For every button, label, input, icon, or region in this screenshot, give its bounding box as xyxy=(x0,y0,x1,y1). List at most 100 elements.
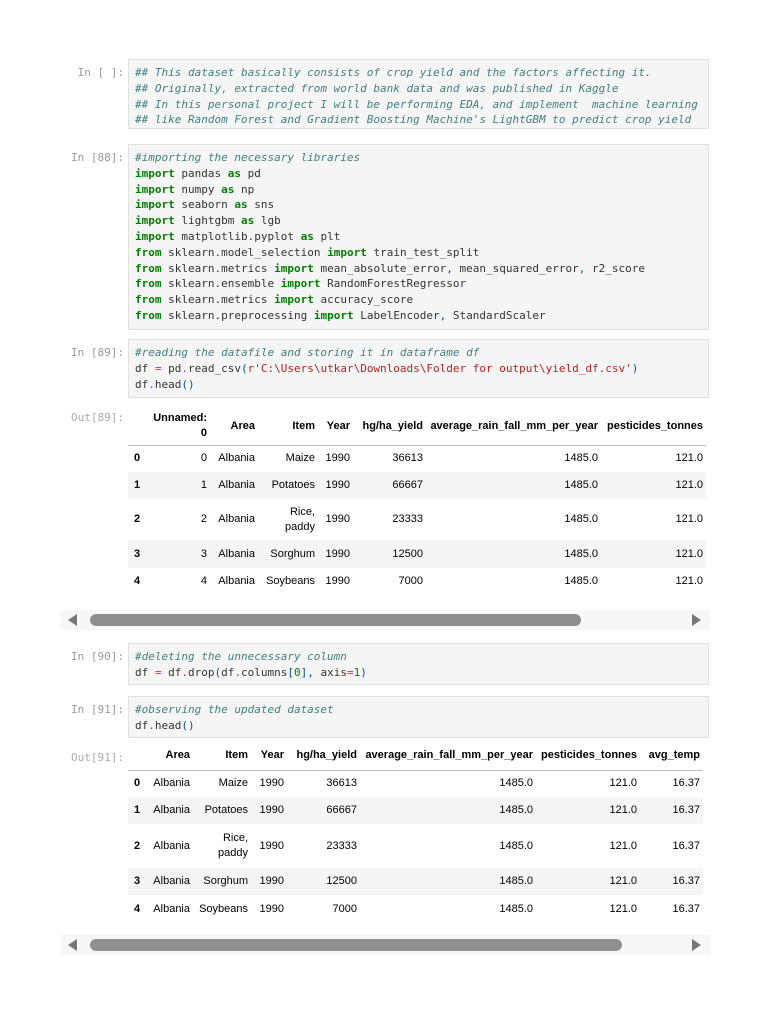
table-cell: 121.0 xyxy=(609,777,637,790)
table-cell: Albania xyxy=(218,575,255,587)
table-cell: 7000 xyxy=(332,902,357,915)
table-cell: 1485.0 xyxy=(564,547,598,560)
code-line: import pandas as pd xyxy=(135,166,708,182)
code-token: ## like Random Forest and Gradient Boost… xyxy=(135,113,692,127)
horizontal-scrollbar-1[interactable] xyxy=(60,610,711,630)
table-cell: Rice, paddy xyxy=(218,832,248,859)
row-index: 0 xyxy=(134,452,141,465)
table-cell: 1485.0 xyxy=(564,513,598,525)
table-cell: 66667 xyxy=(392,479,423,491)
table-cell: 121.0 xyxy=(609,839,637,852)
code-token: , xyxy=(307,665,314,679)
table-cell: 23333 xyxy=(392,513,423,525)
row-index: 2 xyxy=(134,839,141,852)
code-token: #reading the datafile and storing it in … xyxy=(135,346,480,359)
table-cell: 36613 xyxy=(392,452,423,465)
table-cell: 1485.0 xyxy=(564,575,598,587)
output-prompt-91: Out[91]: xyxy=(71,751,124,764)
code-line: df = df.drop(df.columns[0], axis=1) xyxy=(135,665,708,681)
table-cell: Albania xyxy=(153,804,190,816)
dataframe-output-2: Area Item Year hg/ha_yield average_rain_fall… xyxy=(128,742,711,923)
table-row: 4 4 Albania Soybeans 1990 7000 1485.0 121.0 xyxy=(128,568,706,595)
row-index: 1 xyxy=(134,804,141,816)
markdown-comment-cell[interactable]: ## This dataset basically consists of cr… xyxy=(128,59,709,129)
code-line: #deleting the unnecessary column xyxy=(135,649,708,665)
code-token: df xyxy=(161,665,182,679)
table-cell: 1990 xyxy=(325,452,350,465)
code-line: import matplotlib.pyplot as plt xyxy=(135,229,708,245)
table-cell: 121.0 xyxy=(609,875,637,887)
table-cell: 16.37 xyxy=(672,875,700,887)
column-header xyxy=(128,742,145,770)
table-cell: 121.0 xyxy=(675,547,703,560)
table-row: 1 Albania Potatoes 1990 66667 1485.0 121.0 16.3… xyxy=(128,797,703,824)
table-cell: 7000 xyxy=(398,575,423,587)
row-index: 4 xyxy=(134,575,141,587)
head-code-cell[interactable]: #observing the updated dataset df.head() xyxy=(128,696,709,738)
scroll-right-arrow[interactable] xyxy=(692,939,701,951)
code-line: #reading the datafile and storing it in … xyxy=(135,345,708,361)
code-token: LabelEncoder xyxy=(353,308,440,322)
code-token: import xyxy=(274,293,314,307)
read-csv-code-cell[interactable]: #reading the datafile and storing it in … xyxy=(128,339,709,398)
code-token: #deleting the unnecessary column xyxy=(135,650,347,663)
scroll-right-arrow[interactable] xyxy=(692,614,701,626)
code-token: . xyxy=(181,361,188,375)
table-row: 1 1 Albania Potatoes 1990 66667 1485.0 121.0 xyxy=(128,472,706,499)
table-cell: 12500 xyxy=(326,875,357,887)
column-header xyxy=(128,408,146,445)
prompt-cell-90: In [90]: xyxy=(71,650,124,663)
table-cell: Potatoes xyxy=(204,804,248,816)
table-cell: 16.37 xyxy=(672,804,700,816)
code-token: matplotlib.pyplot xyxy=(174,229,301,243)
row-index: 3 xyxy=(134,547,141,560)
code-token: ) xyxy=(360,665,367,679)
code-line: df = pd.read_csv(r'C:\Users\utkar\Downlo… xyxy=(135,361,708,377)
imports-code-cell[interactable]: #importing the necessary libraries import… xyxy=(128,144,709,330)
code-token: columns xyxy=(241,665,288,679)
scroll-left-arrow[interactable] xyxy=(68,614,77,626)
row-index: 0 xyxy=(134,777,141,790)
table-cell: 121.0 xyxy=(609,902,637,915)
code-token: from xyxy=(135,261,162,275)
table-cell: 1485.0 xyxy=(499,839,533,852)
code-token: drop xyxy=(188,665,215,679)
table-cell: Sorghum xyxy=(203,875,248,887)
code-token: . xyxy=(148,718,155,732)
scroll-left-arrow[interactable] xyxy=(68,939,77,951)
code-token: df xyxy=(135,665,155,679)
horizontal-scrollbar-2[interactable] xyxy=(60,935,711,955)
table-row: 3 Albania Sorghum 1990 12500 1485.0 121.0 16.37 xyxy=(128,868,703,895)
table-row: 0 0 Albania Maize 1990 36613 1485.0 121.0 xyxy=(128,445,706,472)
prompt-cell-1: In [ ]: xyxy=(77,66,124,79)
column-header: Area xyxy=(165,749,190,762)
code-token: () xyxy=(181,718,195,732)
code-token: import xyxy=(135,198,175,212)
code-line: from sklearn.metrics import mean_absolut… xyxy=(135,261,708,277)
table-cell: Potatoes xyxy=(271,479,315,491)
table-cell: 1485.0 xyxy=(499,777,533,790)
column-header: hg/ha_yield xyxy=(362,419,423,432)
code-line: df.head() xyxy=(135,718,708,734)
code-token: import xyxy=(135,166,175,180)
code-token: ( xyxy=(240,361,248,375)
table-cell: 16.37 xyxy=(672,777,700,790)
code-token: from xyxy=(135,277,162,291)
drop-column-code-cell[interactable]: #deleting the unnecessary column df = df.… xyxy=(128,643,709,685)
code-token: as xyxy=(227,166,241,180)
code-token: df xyxy=(135,718,149,732)
code-token: df xyxy=(135,361,155,375)
column-header: average_rain_fall_mm_per_year xyxy=(430,419,598,432)
scrollbar-thumb[interactable] xyxy=(90,939,622,951)
code-token: import xyxy=(135,229,175,243)
code-token: read_csv xyxy=(188,361,241,375)
scrollbar-thumb[interactable] xyxy=(90,614,581,626)
column-header: Item xyxy=(292,419,315,432)
table-cell: 16.37 xyxy=(672,839,700,852)
table-cell: Albania xyxy=(153,875,190,887)
prompt-cell-88: In [88]: xyxy=(71,151,124,164)
column-header: pesticides_tonnes xyxy=(607,419,703,432)
code-token: RandomForestRegressor xyxy=(320,277,467,291)
table-cell: 12500 xyxy=(392,547,423,560)
table-cell: 1990 xyxy=(259,839,284,852)
